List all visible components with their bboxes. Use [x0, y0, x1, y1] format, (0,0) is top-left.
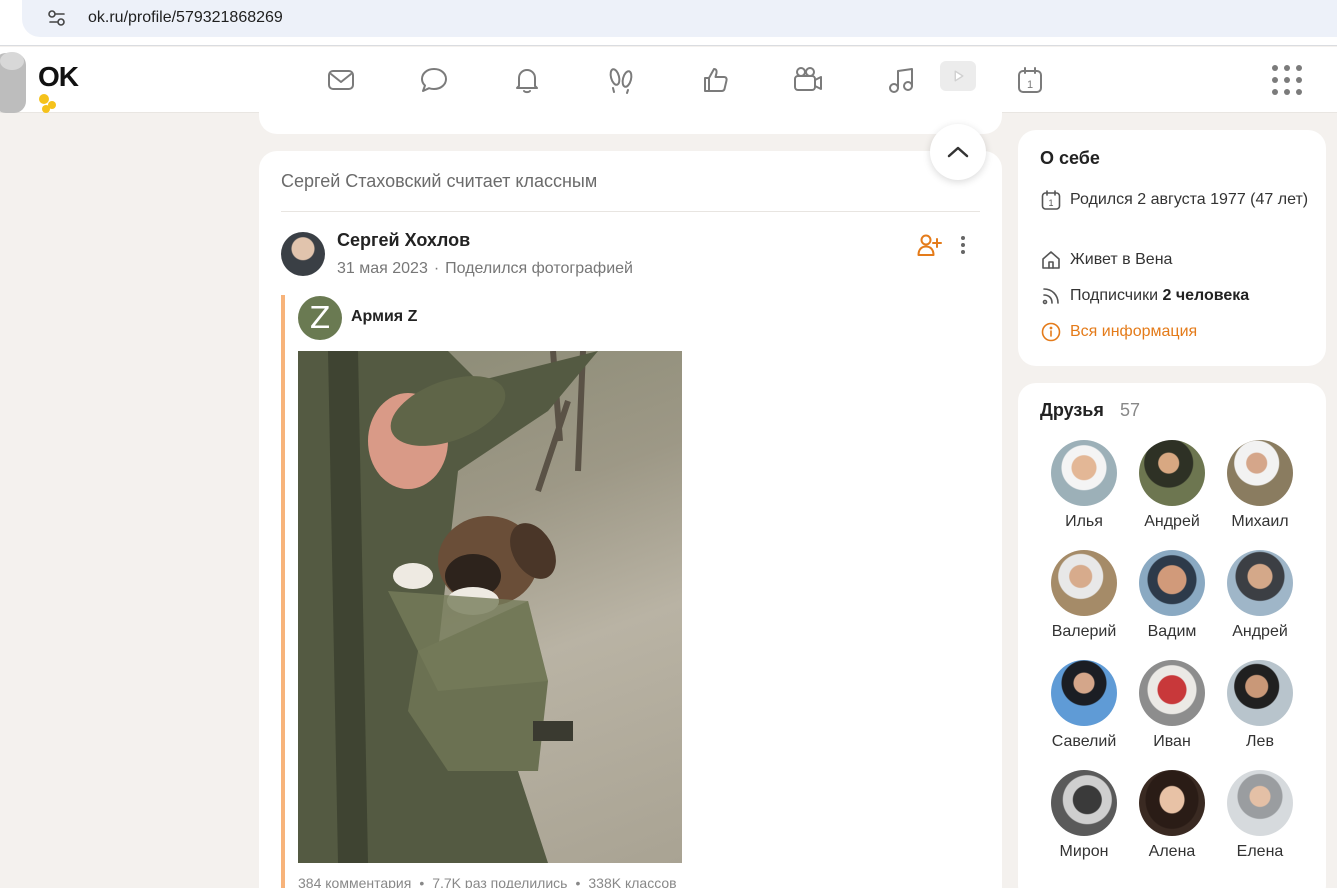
- chat-icon[interactable]: [416, 62, 452, 98]
- birthday-row: 1 Родился 2 августа 1977 (47 лет): [1040, 187, 1310, 212]
- subscribers-value: 2 человека: [1162, 287, 1250, 304]
- friend-avatar[interactable]: [1139, 770, 1205, 836]
- post-photo[interactable]: [298, 351, 682, 863]
- shares-count[interactable]: 7,7K раз поделились: [432, 875, 567, 888]
- friend-avatar[interactable]: [1051, 770, 1117, 836]
- friend-item[interactable]: Иван: [1128, 660, 1216, 751]
- friend-item[interactable]: Михаил: [1216, 440, 1304, 531]
- divider: [281, 211, 980, 212]
- group-name[interactable]: Армия Z: [351, 308, 417, 326]
- friends-card: Друзья 57 Илья Андрей Михаил Валерий Вад…: [1018, 383, 1326, 888]
- photo-soldier-puppy: [298, 351, 598, 863]
- friend-avatar[interactable]: [1051, 550, 1117, 616]
- previous-post-card: [259, 100, 1002, 134]
- author-name[interactable]: Сергей Хохлов: [337, 230, 470, 251]
- friend-item[interactable]: Лев: [1216, 660, 1304, 751]
- friend-name[interactable]: Иван: [1128, 733, 1216, 751]
- friend-avatar[interactable]: [1051, 440, 1117, 506]
- friend-name[interactable]: Андрей: [1216, 623, 1304, 641]
- friend-avatar[interactable]: [1227, 660, 1293, 726]
- all-info-link[interactable]: Вся информация: [1040, 319, 1310, 344]
- post-meta: 31 мая 2023 · Поделился фотографией: [337, 260, 633, 277]
- about-title: О себе: [1040, 148, 1100, 168]
- friend-item[interactable]: Вадим: [1128, 550, 1216, 641]
- apps-menu-icon[interactable]: [1272, 65, 1302, 95]
- friend-name[interactable]: Алена: [1128, 843, 1216, 861]
- friend-item[interactable]: Елена: [1216, 770, 1304, 861]
- friend-name[interactable]: Елена: [1216, 843, 1304, 861]
- subscribers-label: Подписчики: [1070, 287, 1159, 304]
- friend-name[interactable]: Андрей: [1128, 513, 1216, 531]
- friend-avatar[interactable]: [1139, 440, 1205, 506]
- chevron-up-icon: [947, 146, 969, 158]
- svg-text:1: 1: [1048, 198, 1053, 208]
- site-info-icon[interactable]: [46, 8, 68, 28]
- post-date[interactable]: 31 мая 2023: [337, 260, 428, 277]
- play-icon[interactable]: [940, 61, 976, 91]
- footprints-icon[interactable]: [603, 62, 639, 98]
- info-icon: [1040, 321, 1062, 343]
- likes-count[interactable]: 338K классов: [588, 875, 676, 888]
- ok-logo[interactable]: OK: [0, 47, 100, 113]
- friend-avatar[interactable]: [1139, 550, 1205, 616]
- url-text[interactable]: ok.ru/profile/579321868269: [88, 9, 283, 27]
- feed-post-card: Сергей Стаховский считает классным Серге…: [259, 151, 1002, 888]
- friend-avatar[interactable]: [1051, 660, 1117, 726]
- friend-avatar[interactable]: [1227, 550, 1293, 616]
- group-avatar-letter: Z: [309, 300, 331, 336]
- calendar-icon: 1: [1040, 189, 1062, 211]
- all-info-text[interactable]: Вся информация: [1070, 319, 1197, 344]
- birthday-text: Родился 2 августа 1977 (47 лет): [1070, 191, 1309, 208]
- friend-item[interactable]: Илья: [1040, 440, 1128, 531]
- friend-item[interactable]: Алена: [1128, 770, 1216, 861]
- url-field[interactable]: ok.ru/profile/579321868269: [22, 0, 1337, 37]
- about-card: О себе 1 Родился 2 августа 1977 (47 лет)…: [1018, 130, 1326, 366]
- friend-item[interactable]: Андрей: [1128, 440, 1216, 531]
- friend-item[interactable]: Валерий: [1040, 550, 1128, 641]
- more-options-icon[interactable]: [953, 233, 973, 257]
- add-friend-icon[interactable]: [917, 232, 943, 258]
- post-context: Сергей Стаховский считает классным: [281, 171, 598, 191]
- scroll-to-top-button[interactable]: [930, 124, 986, 180]
- subscribers-row[interactable]: Подписчики 2 человека: [1040, 283, 1310, 308]
- friend-name[interactable]: Михаил: [1216, 513, 1304, 531]
- friend-avatar[interactable]: [1227, 440, 1293, 506]
- repost-indicator: [281, 295, 285, 888]
- mail-icon[interactable]: [323, 62, 359, 98]
- friend-name[interactable]: Вадим: [1128, 623, 1216, 641]
- group-avatar[interactable]: Z: [298, 296, 342, 340]
- friend-name[interactable]: Валерий: [1040, 623, 1128, 641]
- svg-text:1: 1: [1027, 79, 1033, 91]
- location-text: Живет в Вена: [1070, 251, 1173, 268]
- post-stats: 384 комментария • 7,7K раз поделились • 338K…: [298, 875, 677, 888]
- friend-item[interactable]: Андрей: [1216, 550, 1304, 641]
- friend-avatar[interactable]: [1139, 660, 1205, 726]
- location-row: Живет в Вена: [1040, 247, 1310, 272]
- friend-name[interactable]: Илья: [1040, 513, 1128, 531]
- friends-count: 57: [1120, 400, 1141, 420]
- author-avatar[interactable]: [281, 232, 325, 276]
- logo-text: OK: [38, 61, 79, 92]
- home-icon: [1040, 249, 1062, 271]
- friend-item[interactable]: Мирон: [1040, 770, 1128, 861]
- friend-avatar[interactable]: [1227, 770, 1293, 836]
- calendar-icon[interactable]: 1: [1012, 62, 1048, 98]
- like-icon[interactable]: [697, 62, 733, 98]
- friend-name[interactable]: Мирон: [1040, 843, 1128, 861]
- video-camera-icon[interactable]: [790, 62, 826, 98]
- comments-count[interactable]: 384 комментария: [298, 875, 411, 888]
- friend-name[interactable]: Лев: [1216, 733, 1304, 751]
- post-action: Поделился фотографией: [445, 260, 633, 277]
- rss-icon: [1040, 285, 1062, 307]
- friend-item[interactable]: Савелий: [1040, 660, 1128, 751]
- music-icon[interactable]: [883, 62, 919, 98]
- friend-name[interactable]: Савелий: [1040, 733, 1128, 751]
- bell-icon[interactable]: [509, 62, 545, 98]
- friends-title[interactable]: Друзья: [1040, 400, 1104, 421]
- browser-address-bar: ok.ru/profile/579321868269: [0, 0, 1337, 46]
